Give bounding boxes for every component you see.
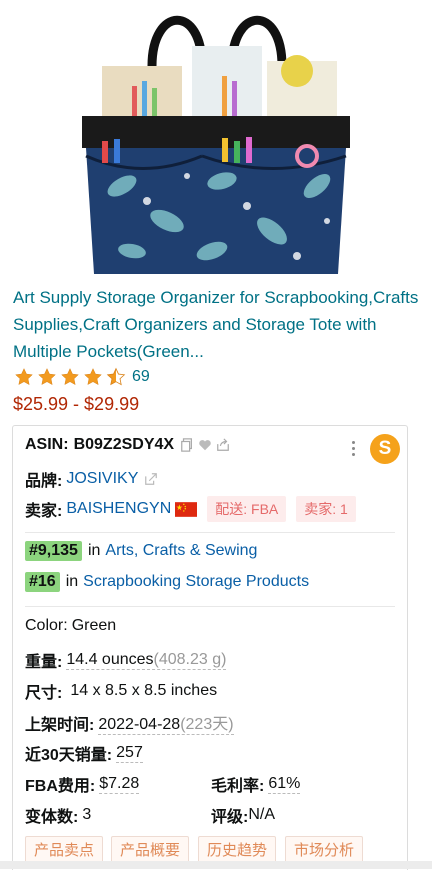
half-star-icon (106, 367, 126, 386)
bottom-scroll-edge (0, 861, 432, 869)
asin-row: ASIN: B09Z2SDY4X (25, 436, 230, 454)
asin-label: ASIN: (25, 436, 69, 453)
heart-icon[interactable] (198, 438, 212, 452)
listed-label: 上架时间: (25, 716, 95, 734)
variants-row: 变体数: 3 (25, 803, 91, 827)
product-title[interactable]: Art Supply Storage Organizer for Scrapbo… (13, 284, 423, 365)
rank-in-text: in (65, 573, 79, 590)
listed-days: (223天) (180, 716, 234, 733)
size-row: 尺寸: 14 x 8.5 x 8.5 inches (25, 679, 217, 703)
seller-link[interactable]: BAISHENGYN (66, 500, 171, 518)
variants-value: 3 (82, 806, 92, 823)
seller-count-tag[interactable]: 卖家: 1 (296, 496, 356, 522)
delivery-tag: 配送: FBA (207, 496, 287, 522)
product-info-panel: ASIN: B09Z2SDY4X S 品牌: JOSIVIKY 卖家: BAIS… (12, 425, 408, 870)
divider (25, 532, 395, 533)
size-value: 14 x 8.5 x 8.5 inches (70, 682, 218, 699)
rank-category-link[interactable]: Scrapbooking Storage Products (83, 573, 309, 591)
grade-row: 评级: N/A (211, 803, 275, 827)
seller-label: 卖家: (25, 503, 63, 520)
rating-count-link[interactable]: 69 (132, 368, 150, 386)
fba-value: $7.28 (99, 774, 140, 794)
product-image[interactable] (72, 6, 360, 276)
fba-fee-row: FBA费用: $7.28 (25, 772, 140, 796)
weight-row: 重量: 14.4 ounces(408.23 g) (25, 648, 227, 672)
china-flag-icon (175, 501, 198, 517)
rank-in-text: in (87, 542, 101, 559)
variants-label: 变体数: (25, 809, 79, 826)
rank-row-secondary: #16 in Scrapbooking Storage Products (25, 572, 309, 592)
seller-row: 卖家: BAISHENGYN 配送: FBA 卖家: 1 (25, 496, 356, 522)
weight-label: 重量: (25, 654, 63, 671)
weight-value: 14.4 ounces(408.23 g) (66, 650, 227, 670)
size-label: 尺寸: (25, 685, 63, 702)
rank-row-primary: #9,135 in Arts, Crafts & Sewing (25, 541, 257, 561)
color-row: Color: Green (25, 617, 116, 635)
more-options-button[interactable] (350, 438, 356, 460)
fba-label: FBA费用: (25, 778, 96, 795)
rank-category-link[interactable]: Arts, Crafts & Sewing (105, 542, 257, 560)
external-link-icon[interactable] (144, 472, 158, 486)
star-icon (15, 368, 33, 386)
listed-date-row: 上架时间: 2022-04-28(223天) (25, 710, 234, 735)
divider (25, 606, 395, 607)
rank-badge: #16 (25, 572, 60, 592)
margin-label: 毛利率: (211, 778, 265, 795)
grade-value: N/A (248, 806, 276, 823)
listed-value: 2022-04-28(223天) (98, 710, 234, 735)
star-rating[interactable] (13, 367, 128, 387)
extension-logo[interactable]: S (370, 434, 400, 464)
margin-row: 毛利率: 61% (211, 772, 301, 796)
rank-badge: #9,135 (25, 541, 82, 561)
brand-label: 品牌: (25, 473, 63, 490)
star-icon (38, 368, 56, 386)
price-range: $25.99 - $29.99 (13, 394, 140, 414)
brand-row: 品牌: JOSIVIKY (25, 467, 158, 491)
star-icon (84, 368, 102, 386)
copy-icon[interactable] (180, 438, 194, 452)
rating-row: 69 (13, 367, 150, 387)
margin-value: 61% (268, 774, 301, 794)
sales-value: 257 (116, 743, 143, 763)
sales-label: 近30天销量: (25, 747, 113, 764)
share-icon[interactable] (216, 438, 230, 452)
color-label: Color: (25, 617, 68, 634)
star-icon (61, 368, 79, 386)
brand-link[interactable]: JOSIVIKY (66, 470, 138, 488)
asin-value[interactable]: B09Z2SDY4X (74, 436, 175, 454)
grade-label: 评级: (211, 809, 249, 826)
sales-row: 近30天销量: 257 (25, 741, 143, 765)
weight-grams: (408.23 g) (153, 650, 227, 668)
color-value: Green (71, 617, 117, 634)
